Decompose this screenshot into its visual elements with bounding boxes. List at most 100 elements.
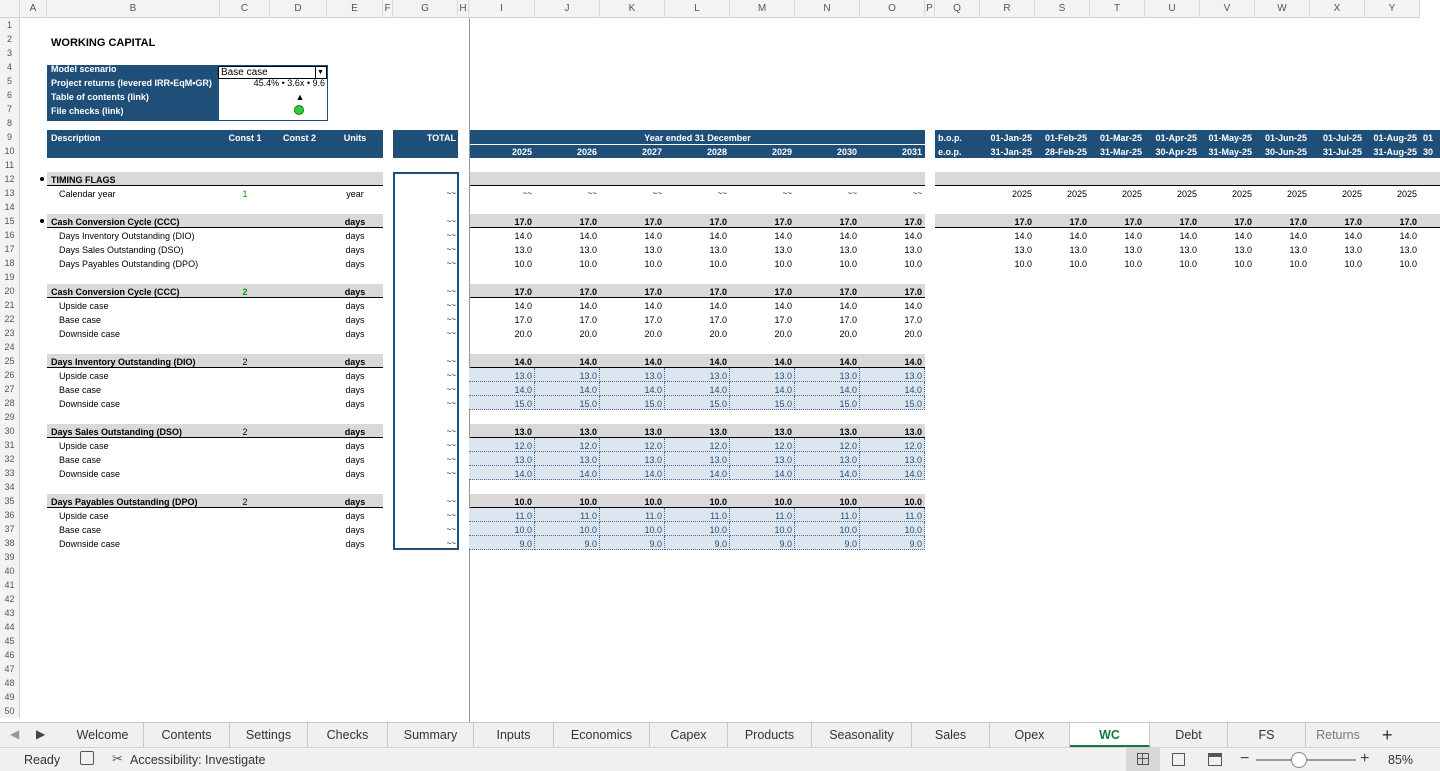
row-header[interactable]: 34 [0, 480, 20, 494]
column-header[interactable]: P [925, 0, 935, 18]
zoom-level[interactable]: 85% [1388, 753, 1413, 767]
row-header[interactable]: 27 [0, 382, 20, 396]
column-header[interactable]: O [860, 0, 925, 18]
sheet-tab[interactable]: Economics [554, 723, 650, 747]
input-cell[interactable]: 9.0 [665, 537, 727, 551]
column-header[interactable]: D [270, 0, 327, 18]
row-header[interactable]: 8 [0, 116, 20, 130]
input-cell[interactable]: 15.0 [730, 397, 792, 411]
column-header[interactable]: J [535, 0, 600, 18]
sheet-tab[interactable]: Settings [230, 723, 308, 747]
input-cell[interactable]: 10.0 [665, 523, 727, 537]
input-cell[interactable]: 11.0 [600, 509, 662, 523]
input-cell[interactable]: 13.0 [795, 369, 857, 383]
row-header[interactable]: 48 [0, 676, 20, 690]
sheet-tab[interactable]: Opex [990, 723, 1070, 747]
input-cell[interactable]: 13.0 [860, 453, 922, 467]
input-cell[interactable]: 13.0 [600, 453, 662, 467]
row-header[interactable]: 16 [0, 228, 20, 242]
input-cell[interactable]: 13.0 [795, 453, 857, 467]
input-cell[interactable]: 12.0 [730, 439, 792, 453]
row-header[interactable]: 7 [0, 102, 20, 116]
input-cell[interactable]: 14.0 [860, 467, 922, 481]
row-header[interactable]: 11 [0, 158, 20, 172]
column-header[interactable]: G [393, 0, 458, 18]
input-cell[interactable]: 9.0 [795, 537, 857, 551]
row-header[interactable]: 38 [0, 536, 20, 550]
input-cell[interactable]: 15.0 [795, 397, 857, 411]
sheet-tab[interactable]: Welcome [62, 723, 144, 747]
row-header[interactable]: 24 [0, 340, 20, 354]
row-header[interactable]: 19 [0, 270, 20, 284]
input-cell[interactable]: 10.0 [535, 523, 597, 537]
input-cell[interactable]: 13.0 [535, 369, 597, 383]
row-header[interactable]: 46 [0, 648, 20, 662]
column-header[interactable]: C [220, 0, 270, 18]
input-cell[interactable]: 13.0 [535, 453, 597, 467]
input-cell[interactable]: 14.0 [600, 467, 662, 481]
column-header[interactable]: I [469, 0, 535, 18]
row-header[interactable]: 41 [0, 578, 20, 592]
scroll-right-icon[interactable]: ▶ [36, 727, 45, 741]
row-header[interactable]: 17 [0, 242, 20, 256]
row-header[interactable]: 14 [0, 200, 20, 214]
page-layout-view-button[interactable] [1172, 753, 1185, 766]
column-header[interactable]: W [1255, 0, 1310, 18]
column-header[interactable]: S [1035, 0, 1090, 18]
toc-link-icon[interactable]: ▲ [218, 90, 382, 104]
input-cell[interactable]: 11.0 [860, 509, 922, 523]
row-header[interactable]: 36 [0, 508, 20, 522]
accessibility-status[interactable]: Accessibility: Investigate [130, 753, 265, 767]
row-header[interactable]: 25 [0, 354, 20, 368]
input-cell[interactable]: 12.0 [469, 439, 532, 453]
row-header[interactable]: 12 [0, 172, 20, 186]
input-cell[interactable]: 14.0 [665, 383, 727, 397]
row-header[interactable]: 9 [0, 130, 20, 144]
row-header[interactable]: 6 [0, 88, 20, 102]
input-cell[interactable]: 15.0 [469, 397, 532, 411]
row-header[interactable]: 1 [0, 18, 20, 32]
input-cell[interactable]: 11.0 [795, 509, 857, 523]
input-cell[interactable]: 12.0 [600, 439, 662, 453]
input-cell[interactable]: 14.0 [730, 383, 792, 397]
input-cell[interactable]: 14.0 [535, 383, 597, 397]
input-cell[interactable]: 15.0 [600, 397, 662, 411]
input-cell[interactable]: 14.0 [600, 383, 662, 397]
sheet-tab[interactable]: Checks [308, 723, 388, 747]
row-header[interactable]: 30 [0, 424, 20, 438]
column-header[interactable]: H [458, 0, 469, 18]
column-header[interactable]: Y [1365, 0, 1420, 18]
input-cell[interactable]: 10.0 [860, 523, 922, 537]
row-header[interactable]: 18 [0, 256, 20, 270]
row-header[interactable]: 31 [0, 438, 20, 452]
input-cell[interactable]: 15.0 [665, 397, 727, 411]
row-header[interactable]: 43 [0, 606, 20, 620]
row-header[interactable]: 13 [0, 186, 20, 200]
scroll-left-icon[interactable]: ◀ [10, 727, 19, 741]
column-header[interactable]: X [1310, 0, 1365, 18]
sheet-tab[interactable]: Capex [650, 723, 728, 747]
column-header[interactable]: T [1090, 0, 1145, 18]
column-header[interactable]: Q [935, 0, 980, 18]
sheet-tab[interactable]: Inputs [474, 723, 554, 747]
sheet-tab[interactable]: Sales [912, 723, 990, 747]
input-cell[interactable]: 9.0 [860, 537, 922, 551]
column-header[interactable]: K [600, 0, 665, 18]
row-header[interactable]: 33 [0, 466, 20, 480]
input-cell[interactable]: 11.0 [730, 509, 792, 523]
row-header[interactable]: 23 [0, 326, 20, 340]
row-header[interactable]: 47 [0, 662, 20, 676]
select-all-corner[interactable] [0, 0, 20, 18]
sheet-tab[interactable]: Debt [1150, 723, 1228, 747]
row-header[interactable]: 26 [0, 368, 20, 382]
sheet-tab[interactable]: WC [1070, 723, 1150, 747]
input-cell[interactable]: 10.0 [600, 523, 662, 537]
macro-icon[interactable] [80, 751, 94, 765]
input-cell[interactable]: 12.0 [535, 439, 597, 453]
input-cell[interactable]: 12.0 [665, 439, 727, 453]
normal-view-button[interactable] [1126, 748, 1160, 771]
accessibility-icon[interactable]: ✂ [112, 751, 123, 767]
input-cell[interactable]: 11.0 [469, 509, 532, 523]
column-header[interactable]: M [730, 0, 795, 18]
input-cell[interactable]: 14.0 [535, 467, 597, 481]
